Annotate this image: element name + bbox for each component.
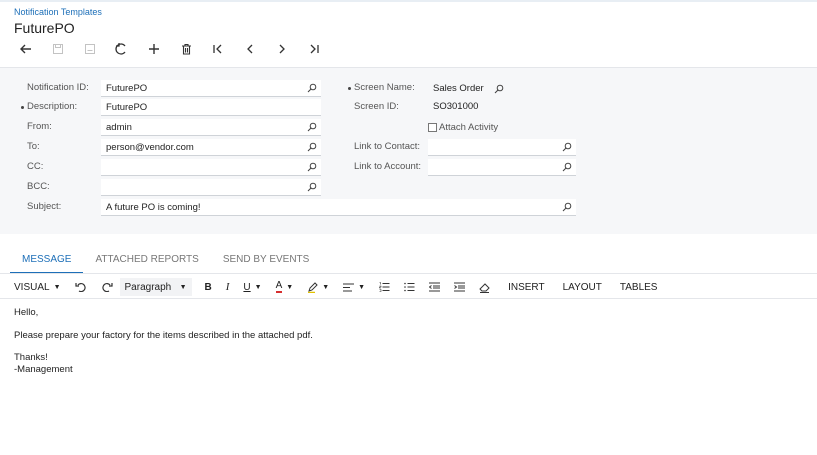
numbered-list-icon[interactable] (372, 278, 397, 296)
screen-name-field[interactable]: Sales Order (428, 80, 508, 97)
caret-down-icon: ▼ (358, 283, 366, 291)
underline-button[interactable]: U ▼ (236, 278, 268, 296)
caret-down-icon: ▼ (322, 283, 330, 291)
tab-message[interactable]: MESSAGE (10, 252, 84, 274)
undo-icon[interactable] (106, 40, 138, 58)
italic-button[interactable]: I (219, 278, 237, 296)
bold-button[interactable]: B (198, 278, 219, 296)
font-color-label: A (275, 280, 283, 293)
tab-attached-reports[interactable]: ATTACHED REPORTS (83, 252, 210, 274)
add-icon[interactable] (138, 40, 170, 58)
to-label: To: (27, 141, 40, 152)
to-field[interactable]: person@vendor.com (101, 139, 321, 156)
search-icon[interactable] (560, 160, 574, 174)
link-to-contact-field[interactable] (428, 139, 576, 156)
subject-value: A future PO is coming! (106, 201, 201, 213)
search-icon[interactable] (492, 82, 506, 96)
layout-menu[interactable]: LAYOUT (556, 278, 609, 296)
screen-name-label: Screen Name: (354, 82, 415, 93)
tab-bar: MESSAGE ATTACHED REPORTS SEND BY EVENTS (10, 252, 321, 274)
last-record-icon[interactable] (298, 40, 330, 58)
notification-id-value: FuturePO (106, 82, 148, 94)
description-field[interactable]: FuturePO (101, 99, 321, 116)
clear-formatting-icon[interactable] (472, 278, 497, 296)
highlight-button[interactable]: ▼ (300, 278, 336, 296)
search-icon[interactable] (305, 120, 319, 134)
paragraph-label: Paragraph (124, 281, 172, 293)
required-indicator (348, 87, 351, 90)
paragraph-dropdown[interactable]: Paragraph ▼ (119, 278, 192, 296)
caret-down-icon: ▼ (286, 283, 294, 291)
page-title: FuturePO (14, 20, 75, 36)
align-button[interactable]: ▼ (336, 278, 372, 296)
link-to-contact-label: Link to Contact: (354, 141, 421, 152)
message-editor[interactable]: Hello, Please prepare your factory for t… (14, 307, 313, 375)
redo-icon[interactable] (94, 278, 120, 296)
caret-down-icon: ▼ (179, 283, 187, 291)
previous-record-icon[interactable] (234, 40, 266, 58)
next-record-icon[interactable] (266, 40, 298, 58)
required-indicator (21, 106, 24, 109)
top-border (0, 0, 817, 2)
undo-icon[interactable] (68, 278, 94, 296)
bcc-label: BCC: (27, 181, 50, 192)
first-record-icon[interactable] (202, 40, 234, 58)
search-icon[interactable] (305, 140, 319, 154)
attach-activity-label: Attach Activity (439, 122, 499, 133)
outdent-icon[interactable] (422, 278, 447, 296)
from-value: admin (106, 121, 132, 133)
search-icon[interactable] (560, 200, 574, 214)
breadcrumb[interactable]: Notification Templates (14, 7, 102, 17)
message-line: Thanks! (14, 352, 48, 363)
message-line: Hello, (14, 307, 39, 318)
description-label: Description: (27, 101, 78, 112)
notification-id-label: Notification ID: (27, 82, 89, 93)
indent-icon[interactable] (447, 278, 472, 296)
bcc-field[interactable] (101, 179, 321, 196)
notification-id-field[interactable]: FuturePO (101, 80, 321, 97)
save-icon[interactable] (42, 40, 74, 58)
link-to-account-field[interactable] (428, 159, 576, 176)
attach-activity-checkbox[interactable]: Attach Activity (428, 122, 498, 133)
save-close-icon[interactable] (74, 40, 106, 58)
search-icon[interactable] (305, 180, 319, 194)
search-icon[interactable] (305, 81, 319, 95)
from-label: From: (27, 121, 52, 132)
mode-dropdown[interactable]: VISUAL ▼ (10, 278, 68, 296)
screen-id-label: Screen ID: (354, 101, 399, 112)
delete-icon[interactable] (170, 40, 202, 58)
search-icon[interactable] (305, 160, 319, 174)
description-value: FuturePO (106, 101, 148, 113)
checkbox-box[interactable] (428, 123, 437, 132)
mode-label: VISUAL (14, 281, 50, 293)
font-color-button[interactable]: A ▼ (269, 278, 301, 296)
back-arrow-icon[interactable] (10, 40, 42, 58)
link-to-account-label: Link to Account: (354, 161, 422, 172)
message-line: -Management (14, 363, 73, 375)
screen-name-value: Sales Order (433, 83, 484, 94)
caret-down-icon: ▼ (53, 283, 61, 291)
screen-id-value: SO301000 (433, 101, 479, 112)
divider (0, 273, 817, 274)
subject-label: Subject: (27, 201, 62, 212)
editor-toolbar: VISUAL ▼ Paragraph ▼ B I U ▼ A ▼ ▼ ▼ INSERT … (10, 278, 664, 296)
message-line: Please prepare your factory for the item… (14, 329, 313, 341)
search-icon[interactable] (560, 140, 574, 154)
cc-label: CC: (27, 161, 44, 172)
subject-field[interactable]: A future PO is coming! (101, 199, 576, 216)
cc-field[interactable] (101, 159, 321, 176)
underline-label: U (243, 281, 251, 293)
from-field[interactable]: admin (101, 119, 321, 136)
insert-menu[interactable]: INSERT (501, 278, 552, 296)
tab-send-by-events[interactable]: SEND BY EVENTS (211, 252, 322, 274)
to-value: person@vendor.com (106, 141, 194, 153)
main-toolbar (10, 40, 330, 58)
caret-down-icon: ▼ (254, 283, 262, 291)
tables-menu[interactable]: TABLES (613, 278, 665, 296)
divider (0, 298, 817, 299)
bulleted-list-icon[interactable] (397, 278, 422, 296)
